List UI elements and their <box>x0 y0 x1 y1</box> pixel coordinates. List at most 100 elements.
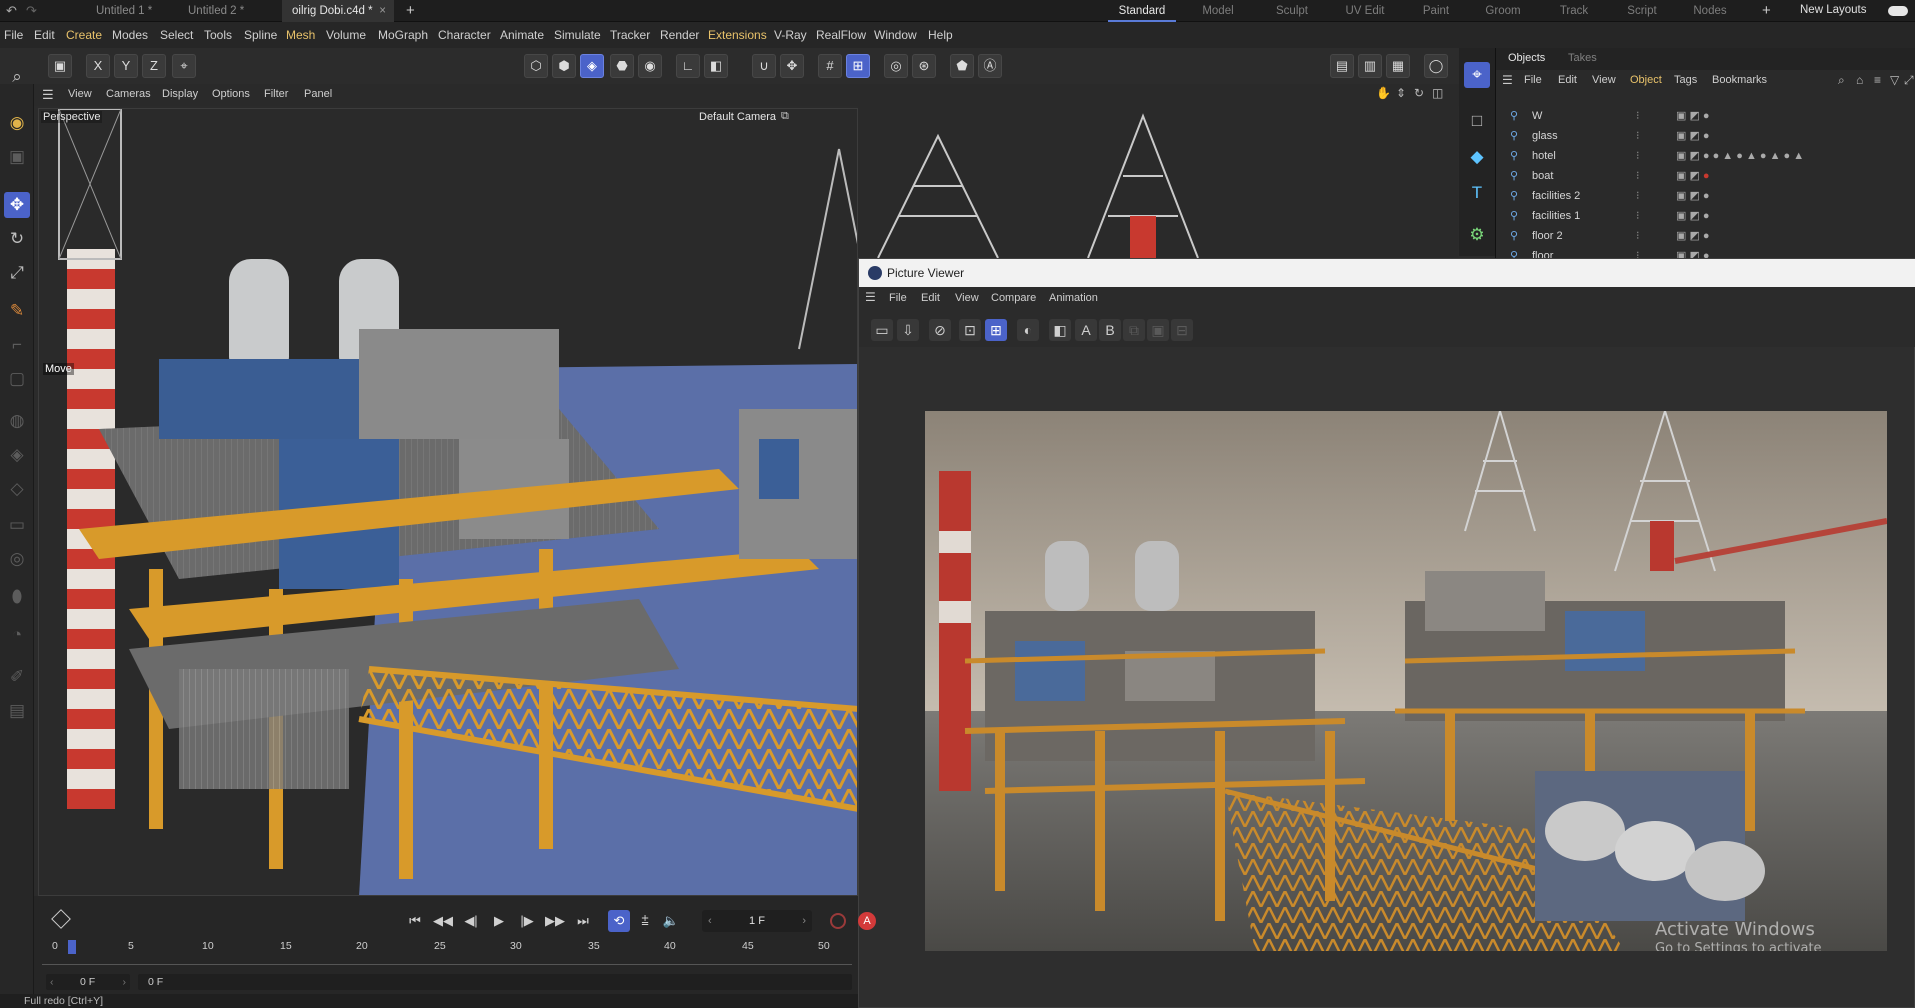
diff-ab-icon[interactable]: ⊟ <box>1171 319 1193 341</box>
start-dec-icon[interactable]: ‹ <box>50 974 54 990</box>
layout-model[interactable]: Model <box>1186 0 1250 22</box>
list-item[interactable]: ⚲ floor 2 ⁝ ▣ ◩ ● <box>1496 226 1915 246</box>
list-item[interactable]: ⚲ boat ⁝ ▣ ◩ ● <box>1496 166 1915 186</box>
tab-untitled-1[interactable]: Untitled 1 * <box>86 0 176 22</box>
list-item[interactable]: ⚲ floor ⁝ ▣ ◩ ● <box>1496 246 1915 258</box>
layout-track[interactable]: Track <box>1542 0 1606 22</box>
layout-groom[interactable]: Groom <box>1470 0 1536 22</box>
menu-animate[interactable]: Animate <box>500 28 544 42</box>
list-item[interactable]: ⚲ hotel ⁝ ▣ ◩ ● ● ▲ ● ▲ ● ▲ ● ▲ <box>1496 146 1915 166</box>
playhead[interactable] <box>68 940 76 954</box>
render-settings-icon[interactable]: ◯ <box>1424 54 1448 78</box>
obj-menu-file[interactable]: File <box>1524 74 1542 86</box>
rendered-image[interactable]: Activate Windows Go to Settings to activ… <box>925 411 1887 951</box>
camera-link-icon[interactable]: ⧉ <box>781 110 789 123</box>
snap-enabled-icon[interactable]: ⊞ <box>846 54 870 78</box>
menu-window[interactable]: Window <box>874 28 917 42</box>
visibility-dots-icon[interactable]: ⁝ <box>1636 226 1640 246</box>
autokey-button[interactable]: A <box>858 912 876 930</box>
pv-menu-compare[interactable]: Compare <box>991 292 1036 304</box>
start-frame-field[interactable]: ‹ 0 F › <box>46 974 130 990</box>
menu-mesh[interactable]: Mesh <box>286 28 315 42</box>
objects-home-icon[interactable]: ⌂ <box>1856 73 1863 87</box>
tab-objects[interactable]: Objects <box>1508 52 1545 64</box>
bevel-icon[interactable]: ◈ <box>4 442 30 468</box>
obj-menu-object[interactable]: Object <box>1630 74 1662 86</box>
menu-create[interactable]: Create <box>66 28 102 42</box>
tab-oilrig[interactable]: oilrig Dobi.c4d * × <box>282 0 394 22</box>
keyframe-diamond-icon[interactable] <box>51 909 71 929</box>
list-item[interactable]: ⚲ W ⁝ ▣ ◩ ● <box>1496 106 1915 126</box>
viewport-menu-icon[interactable]: ☰ <box>42 87 54 103</box>
layer-icon[interactable]: ▤ <box>4 698 30 724</box>
vp-menu-cameras[interactable]: Cameras <box>106 88 151 100</box>
objects-search-icon[interactable]: ⌕ <box>1838 73 1845 88</box>
points-mode-icon[interactable]: ⬡ <box>524 54 548 78</box>
pv-menu-view[interactable]: View <box>955 292 979 304</box>
edges-mode-icon[interactable]: ⬢ <box>552 54 576 78</box>
stop-render-icon[interactable]: ⊘ <box>929 319 951 341</box>
layout-nodes[interactable]: Nodes <box>1678 0 1742 22</box>
objects-layers-icon[interactable]: ≡ <box>1874 73 1881 87</box>
menu-mograph[interactable]: MoGraph <box>378 28 428 42</box>
layout-uv-edit[interactable]: UV Edit <box>1330 0 1400 22</box>
obj-menu-bookmarks[interactable]: Bookmarks <box>1712 74 1767 86</box>
magnet-icon[interactable]: ∪ <box>752 54 776 78</box>
start-inc-icon[interactable]: › <box>123 974 127 990</box>
play-icon[interactable]: ▶ <box>488 910 510 932</box>
render-view-icon[interactable]: ▥ <box>1358 54 1382 78</box>
rotate-tool-icon[interactable]: ↻ <box>4 226 30 252</box>
orbit-icon[interactable]: ↻ <box>1414 86 1424 100</box>
menu-volume[interactable]: Volume <box>326 28 366 42</box>
vp-menu-view[interactable]: View <box>68 88 92 100</box>
obj-menu-tags[interactable]: Tags <box>1674 74 1697 86</box>
coordinate-system-icon[interactable]: ⌖ <box>172 54 196 78</box>
bridge-icon[interactable]: ▭ <box>4 512 30 538</box>
current-frame-field[interactable]: ‹ 1 F › <box>702 910 812 932</box>
region-render-icon[interactable]: ⊡ <box>959 319 981 341</box>
move-tool-icon[interactable]: ✥ <box>4 192 30 218</box>
script-icon[interactable]: Ⓐ <box>978 54 1002 78</box>
tab-takes[interactable]: Takes <box>1568 52 1597 64</box>
scale-tool-icon[interactable]: ⤢ <box>4 260 30 286</box>
set-a-button[interactable]: A <box>1075 319 1097 341</box>
menu-tools[interactable]: Tools <box>204 28 232 42</box>
menu-help[interactable]: Help <box>928 28 953 42</box>
pv-menu-edit[interactable]: Edit <box>921 292 940 304</box>
frame-dec-icon[interactable]: ‹ <box>708 910 712 932</box>
layout-paint[interactable]: Paint <box>1408 0 1464 22</box>
layout-standard[interactable]: Standard <box>1108 0 1176 22</box>
vp-menu-options[interactable]: Options <box>212 88 250 100</box>
pv-menu-animation[interactable]: Animation <box>1049 292 1098 304</box>
menu-tracker[interactable]: Tracker <box>610 28 650 42</box>
dolly-icon[interactable]: ⇕ <box>1396 86 1406 100</box>
menu-modes[interactable]: Modes <box>112 28 148 42</box>
picture-viewer-titlebar[interactable]: Picture Viewer <box>859 259 1915 287</box>
texture-mode-icon[interactable]: ◧ <box>704 54 728 78</box>
render-region-icon[interactable]: ▤ <box>1330 54 1354 78</box>
pv-menu-icon[interactable]: ☰ <box>865 290 876 304</box>
contrast-icon[interactable]: ◐ <box>1017 319 1039 341</box>
preview-range-bar[interactable]: 0 F <box>138 974 852 990</box>
axis-z-button[interactable]: Z <box>142 54 166 78</box>
visibility-dots-icon[interactable]: ⁝ <box>1636 166 1640 186</box>
loop-icon[interactable]: ⟲ <box>608 910 630 932</box>
compare-split-icon[interactable]: ◧ <box>1049 319 1071 341</box>
menu-vray[interactable]: V-Ray <box>774 28 807 42</box>
go-to-start-icon[interactable]: ⏮ <box>404 910 426 932</box>
symmetry-icon[interactable]: ⊛ <box>912 54 936 78</box>
frame-inc-icon[interactable]: › <box>802 910 806 932</box>
visibility-dots-icon[interactable]: ⁝ <box>1636 126 1640 146</box>
weld-icon[interactable]: ◎ <box>4 546 30 572</box>
layout-sculpt[interactable]: Sculpt <box>1258 0 1326 22</box>
soft-selection-icon[interactable]: ◎ <box>884 54 908 78</box>
fps-icon[interactable]: ⩲ <box>634 910 656 932</box>
menu-spline[interactable]: Spline <box>244 28 277 42</box>
visibility-dots-icon[interactable]: ⁝ <box>1636 106 1640 126</box>
record-icon[interactable] <box>830 913 846 929</box>
box-select-icon[interactable]: ▣ <box>4 144 30 170</box>
paint-brush-icon[interactable]: ✎ <box>4 298 30 324</box>
visibility-dots-icon[interactable]: ⁝ <box>1636 206 1640 226</box>
undo-icon[interactable]: ↶ <box>6 3 17 19</box>
menu-extensions[interactable]: Extensions <box>708 28 767 42</box>
